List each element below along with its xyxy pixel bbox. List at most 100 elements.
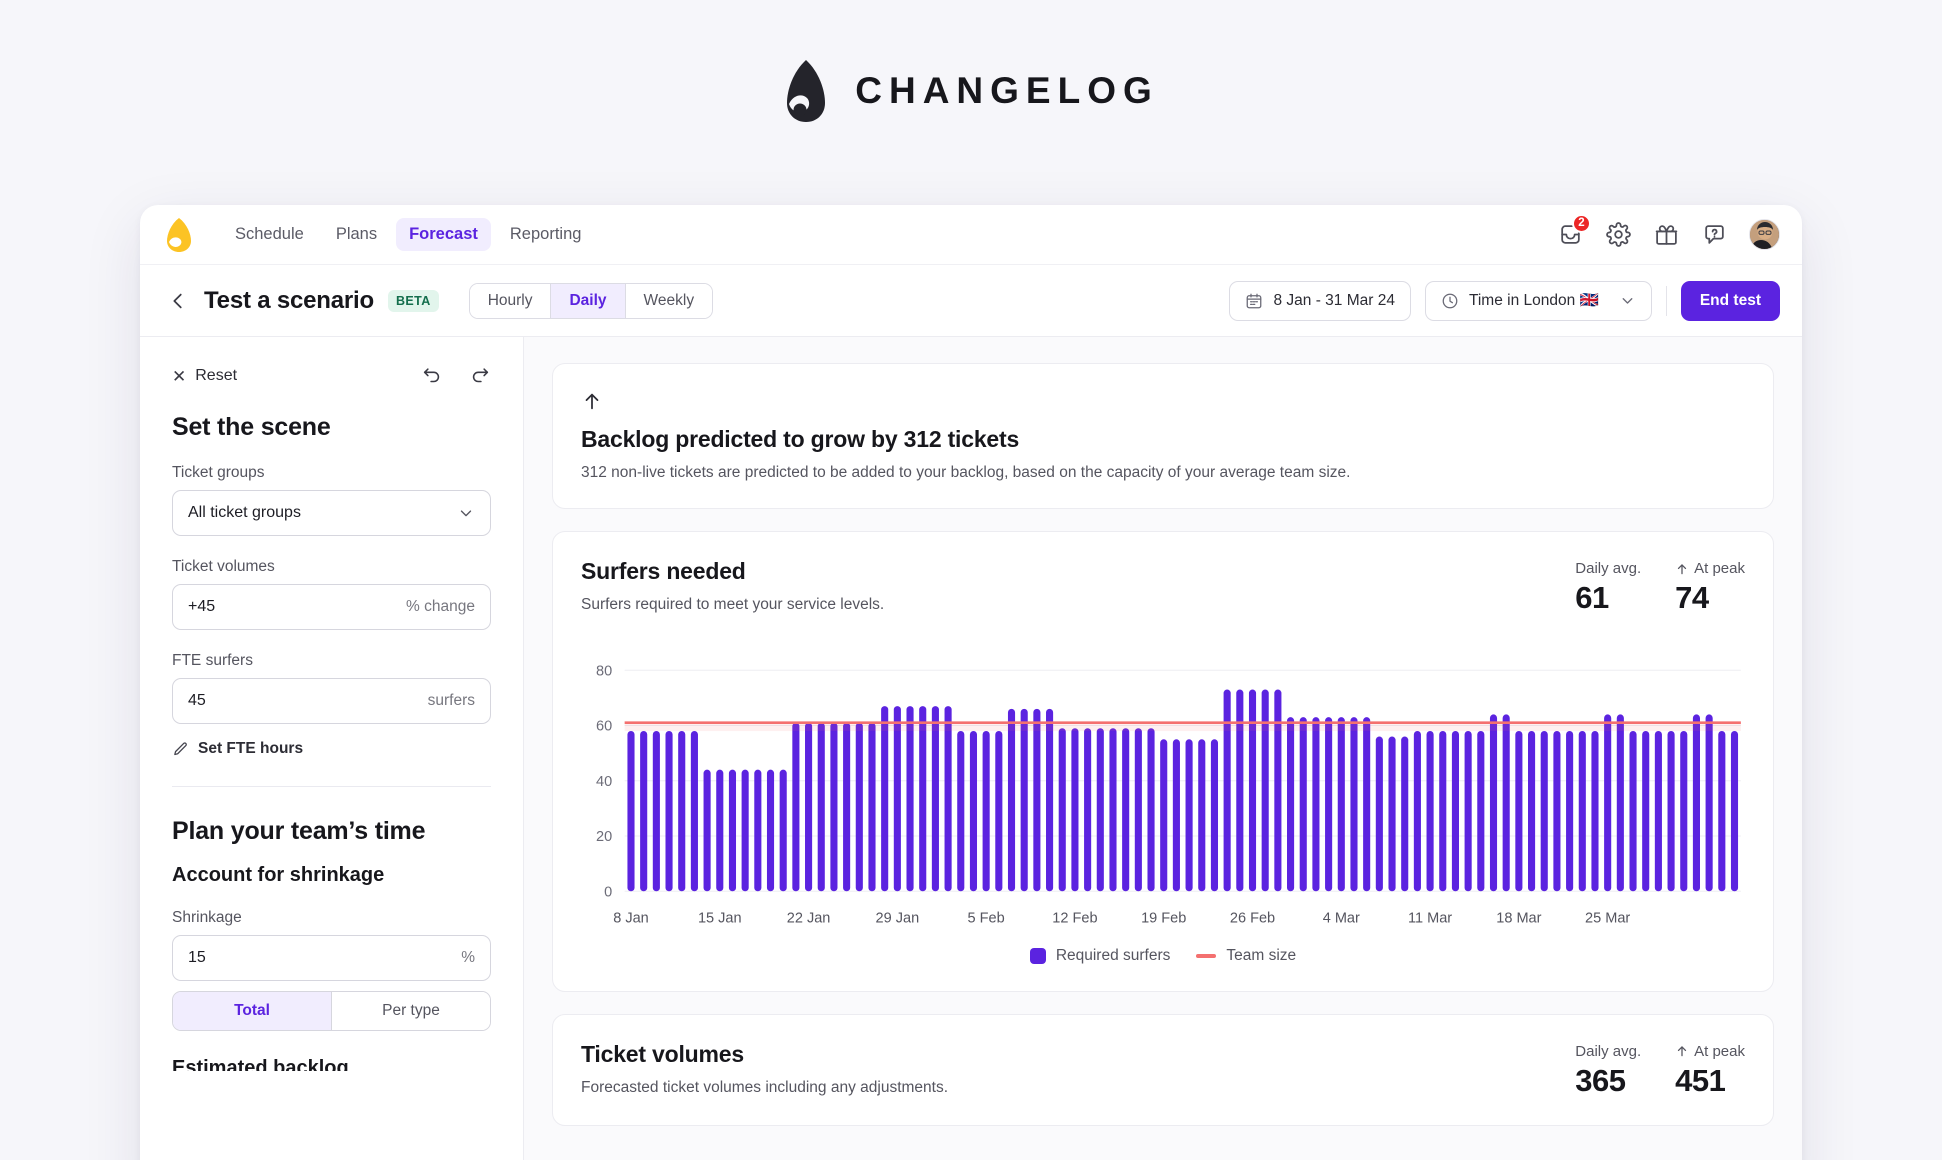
shrinkage-mode-toggle: Total Per type <box>172 991 491 1031</box>
surfers-chart-legend: Required surfers Team size <box>581 947 1745 965</box>
scenario-subheader: Test a scenario BETA Hourly Daily Weekly… <box>140 265 1802 337</box>
set-the-scene-heading: Set the scene <box>172 413 331 441</box>
legend-team-size-label: Team size <box>1226 946 1297 964</box>
brand-wordmark: CHANGELOG <box>855 70 1159 111</box>
tv-stat-at-peak-value: 451 <box>1675 1062 1726 1098</box>
shrinkage-value: 15 <box>188 949 206 966</box>
shrinkage-mode-total[interactable]: Total <box>173 992 332 1030</box>
set-fte-hours-label: Set FTE hours <box>198 740 304 757</box>
fte-surfers-value: 45 <box>188 692 206 709</box>
segment-weekly[interactable]: Weekly <box>625 283 713 318</box>
set-fte-hours-link[interactable]: Set FTE hours <box>172 740 491 758</box>
estimated-backlog-heading-clipped: Estimated backlog <box>172 1057 349 1071</box>
fte-surfers-input[interactable]: 45 surfers <box>172 678 491 724</box>
chevron-down-icon <box>457 504 475 522</box>
legend-required-surfers: Required surfers <box>1029 946 1171 965</box>
ticket-volumes-card-title: Ticket volumes <box>581 1040 744 1067</box>
svg-text:20: 20 <box>596 829 612 845</box>
backlog-alert-card: Backlog predicted to grow by 312 tickets… <box>552 363 1774 509</box>
nav-link-reporting[interactable]: Reporting <box>497 218 595 251</box>
subheader-controls: 8 Jan - 31 Mar 24 Time in London 🇬🇧 End … <box>1229 280 1780 321</box>
ticket-volumes-input[interactable]: +45 % change <box>172 584 491 630</box>
fte-surfers-label: FTE surfers <box>172 652 253 669</box>
surfers-needed-card: Surfers needed Surfers required to meet … <box>552 531 1774 992</box>
scenario-sidebar: ✕ Reset Set the scene Ticket groups All … <box>140 337 524 1160</box>
vertical-divider <box>1665 285 1667 316</box>
segment-daily[interactable]: Daily <box>551 283 626 318</box>
svg-text:12 Feb: 12 Feb <box>1052 910 1097 926</box>
svg-text:18 Mar: 18 Mar <box>1496 910 1541 926</box>
svg-text:4 Mar: 4 Mar <box>1323 910 1360 926</box>
arrow-up-icon <box>1677 563 1687 574</box>
svg-text:15 Jan: 15 Jan <box>698 910 742 926</box>
arrow-up-icon <box>581 390 603 412</box>
svg-text:29 Jan: 29 Jan <box>876 910 920 926</box>
backlog-alert-title: Backlog predicted to grow by 312 tickets <box>581 426 1020 452</box>
arrow-up-icon <box>1677 1046 1687 1057</box>
app-window: Schedule Plans Forecast Reporting 2 Test… <box>140 205 1802 1160</box>
rocket-logo-icon <box>787 60 826 122</box>
nav-link-plans[interactable]: Plans <box>323 218 390 251</box>
sidebar-divider <box>172 786 491 787</box>
gift-icon[interactable] <box>1653 222 1679 248</box>
top-navigation-bar: Schedule Plans Forecast Reporting 2 <box>140 205 1802 265</box>
nav-link-forecast[interactable]: Forecast <box>396 218 491 251</box>
surfers-chart: 0 20 40 60 80 8 Jan 15 Jan 22 Jan 29 Jan 5 Feb 12… <box>581 646 1745 933</box>
inbox-icon[interactable]: 2 <box>1557 213 1591 248</box>
inbox-badge-count: 2 <box>1572 213 1591 233</box>
fte-surfers-suffix: surfers <box>427 692 475 709</box>
end-test-button[interactable]: End test <box>1680 280 1780 321</box>
legend-required-surfers-label: Required surfers <box>1055 946 1171 964</box>
tv-stat-daily-avg: Daily avg. 365 <box>1575 1043 1641 1099</box>
legend-swatch-line <box>1196 953 1217 958</box>
svg-text:60: 60 <box>596 719 612 735</box>
svg-text:25 Mar: 25 Mar <box>1585 910 1630 926</box>
avatar[interactable] <box>1749 219 1780 250</box>
tv-stat-at-peak: At peak 451 <box>1675 1043 1745 1099</box>
pencil-icon <box>172 741 189 758</box>
legend-swatch-square <box>1029 947 1046 964</box>
calendar-icon <box>1245 292 1263 310</box>
stat-at-peak-label-row: At peak <box>1675 560 1745 577</box>
surfboard-logo-icon[interactable] <box>166 217 192 252</box>
help-icon[interactable] <box>1701 222 1727 248</box>
ticket-groups-select[interactable]: All ticket groups <box>172 490 491 536</box>
undo-icon[interactable] <box>421 365 443 387</box>
surfers-card-header: Surfers needed Surfers required to meet … <box>581 558 1745 616</box>
ticket-groups-value: All ticket groups <box>188 504 301 521</box>
nav-link-schedule[interactable]: Schedule <box>222 218 317 251</box>
svg-text:8 Jan: 8 Jan <box>613 910 649 926</box>
surfers-chart-svg[interactable]: 0 20 40 60 80 <box>581 646 1745 906</box>
surfers-chart-x-labels: 8 Jan 15 Jan 22 Jan 29 Jan 5 Feb 12 Feb 19 Feb… <box>613 910 1630 926</box>
screenshot-root: CHANGELOG Schedule Plans Forecast Report… <box>0 0 1942 1160</box>
surfers-card-title: Surfers needed <box>581 558 746 584</box>
tv-stat-at-peak-label-row: At peak <box>1675 1043 1745 1060</box>
shrinkage-suffix: % <box>461 949 475 966</box>
timezone-selector[interactable]: Time in London 🇬🇧 <box>1424 280 1652 321</box>
top-nav-actions: 2 <box>1557 213 1780 250</box>
shrinkage-input[interactable]: 15 % <box>172 935 491 981</box>
timezone-value: Time in London 🇬🇧 <box>1468 292 1599 309</box>
reset-button[interactable]: ✕ Reset <box>172 367 237 385</box>
date-range-picker[interactable]: 8 Jan - 31 Mar 24 <box>1229 280 1411 321</box>
tv-stat-at-peak-label: At peak <box>1694 1042 1745 1060</box>
ticket-volumes-card-subtitle: Forecasted ticket volumes including any … <box>581 1078 949 1096</box>
primary-nav-links: Schedule Plans Forecast Reporting <box>222 218 594 251</box>
clock-icon <box>1441 292 1459 310</box>
stat-daily-avg: Daily avg. 61 <box>1575 560 1641 616</box>
tv-stat-daily-avg-value: 365 <box>1575 1062 1626 1098</box>
shrinkage-label: Shrinkage <box>172 909 242 926</box>
ticket-volumes-card: Ticket volumes Forecasted ticket volumes… <box>552 1013 1774 1126</box>
gear-icon[interactable] <box>1605 222 1631 248</box>
legend-team-size: Team size <box>1196 947 1296 965</box>
account-for-shrinkage-heading: Account for shrinkage <box>172 864 385 886</box>
chevron-down-icon <box>1619 292 1636 309</box>
surfers-card-stats: Daily avg. 61 At peak 74 <box>1575 558 1745 616</box>
redo-icon[interactable] <box>469 365 491 387</box>
ticket-volumes-label: Ticket volumes <box>172 558 275 575</box>
svg-text:22 Jan: 22 Jan <box>787 910 831 926</box>
shrinkage-mode-per-type[interactable]: Per type <box>332 992 490 1030</box>
chevron-left-icon[interactable] <box>166 289 190 313</box>
segment-hourly[interactable]: Hourly <box>469 283 552 318</box>
ticket-groups-label: Ticket groups <box>172 464 265 481</box>
